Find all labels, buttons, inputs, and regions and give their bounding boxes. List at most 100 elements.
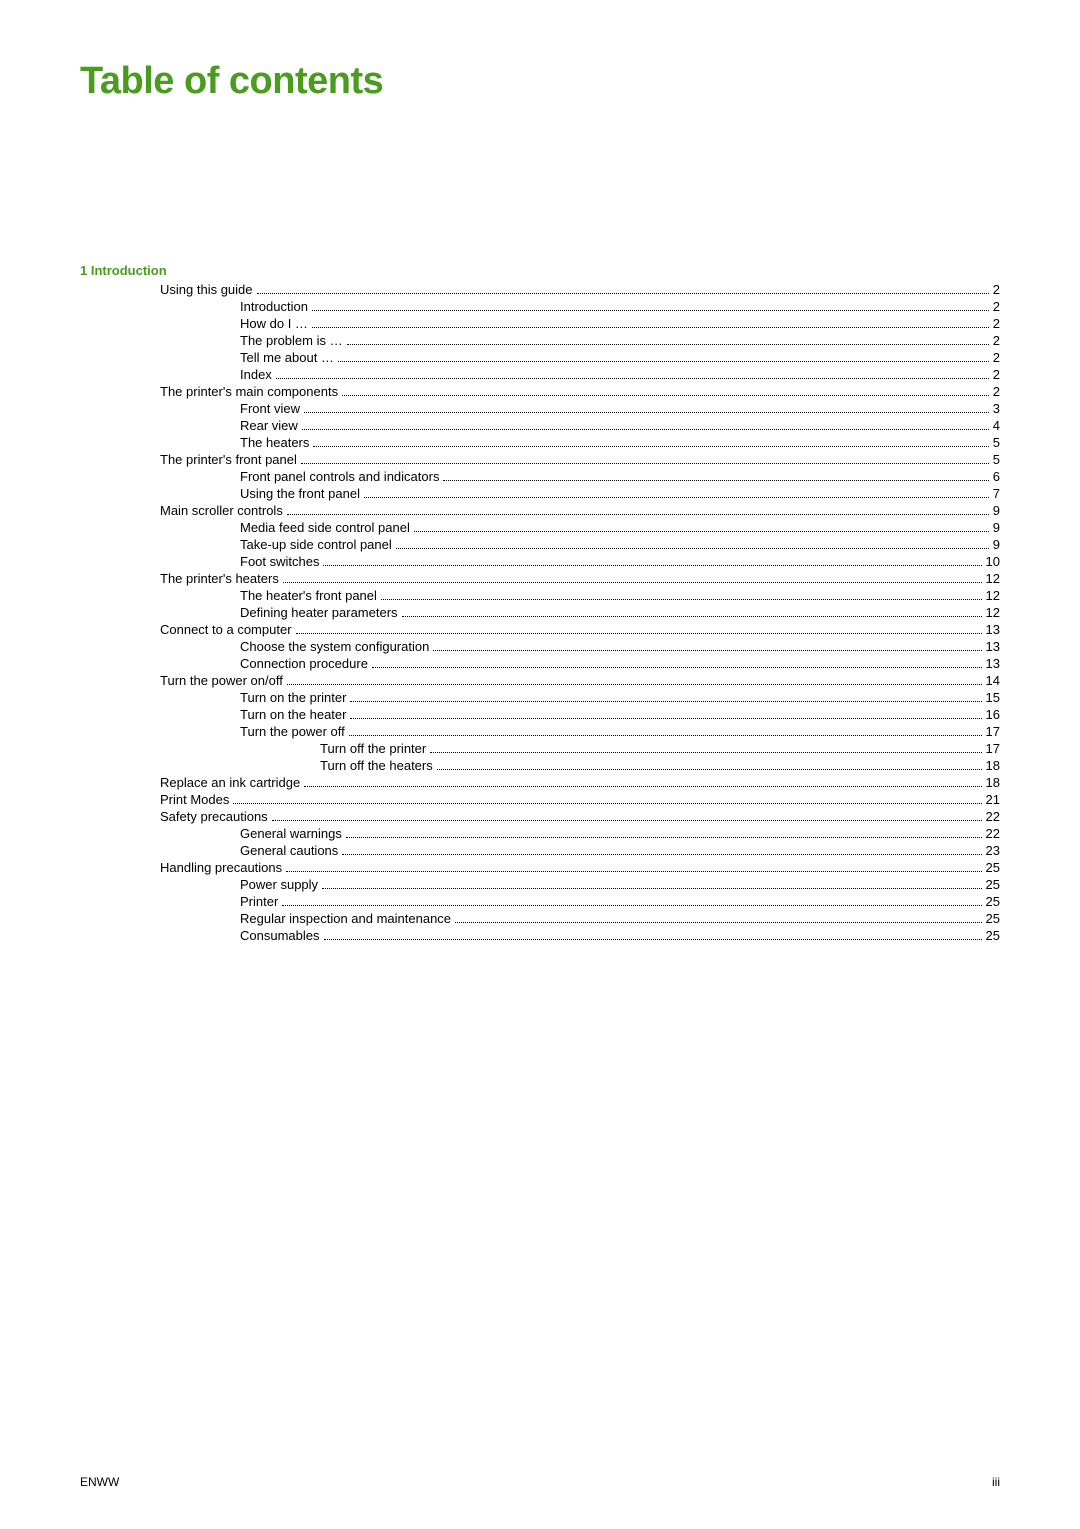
toc-item: Turn on the printer 15 <box>80 690 1000 705</box>
toc-item-dots <box>283 582 982 583</box>
toc-item-dots <box>312 310 989 311</box>
toc-item-page: 9 <box>993 537 1000 552</box>
toc-item-page: 5 <box>993 435 1000 450</box>
toc-item-page: 16 <box>986 707 1000 722</box>
footer-left: ENWW <box>80 1475 119 1489</box>
toc-item: Turn off the heaters18 <box>80 758 1000 773</box>
toc-item-dots <box>350 701 981 702</box>
toc-item-text: The printer's front panel <box>160 452 297 467</box>
toc-item-page: 12 <box>986 605 1000 620</box>
toc-item-page: 4 <box>993 418 1000 433</box>
toc-item: Consumables25 <box>80 928 1000 943</box>
toc-item: The heater's front panel12 <box>80 588 1000 603</box>
toc-item: Turn the power on/off14 <box>80 673 1000 688</box>
toc-item-dots <box>349 735 982 736</box>
toc-entries: Using this guide 2 Introduction 2 How do I …… <box>80 282 1000 943</box>
toc-item-page: 25 <box>986 860 1000 875</box>
toc-item-text: Introduction <box>240 299 308 314</box>
toc-item-text: The problem is … <box>240 333 343 348</box>
footer: ENWW iii <box>80 1475 1000 1489</box>
toc-item: Power supply 25 <box>80 877 1000 892</box>
toc-item-text: Regular inspection and maintenance <box>240 911 451 926</box>
toc-item-dots <box>402 616 982 617</box>
toc-item-text: Turn off the heaters <box>320 758 433 773</box>
toc-item-page: 7 <box>993 486 1000 501</box>
toc-item-page: 5 <box>993 452 1000 467</box>
toc-item-text: Turn on the heater <box>240 707 346 722</box>
page-title: Table of contents <box>80 60 1000 103</box>
toc-item-dots <box>312 327 989 328</box>
toc-item: Defining heater parameters12 <box>80 605 1000 620</box>
toc-item-text: Printer <box>240 894 278 909</box>
toc-item-dots <box>257 293 989 294</box>
toc-item-dots <box>342 854 981 855</box>
toc-item-page: 9 <box>993 520 1000 535</box>
toc-item-text: How do I … <box>240 316 308 331</box>
toc-item-page: 15 <box>986 690 1000 705</box>
toc-item-page: 2 <box>993 367 1000 382</box>
toc-item-text: Tell me about … <box>240 350 334 365</box>
toc-item-dots <box>347 344 989 345</box>
toc-item-text: Power supply <box>240 877 318 892</box>
toc-item-page: 2 <box>993 384 1000 399</box>
toc-item-dots <box>287 514 989 515</box>
toc-item-page: 25 <box>986 877 1000 892</box>
toc-item-text: Turn the power off <box>240 724 345 739</box>
toc-item-dots <box>342 395 989 396</box>
toc-item-dots <box>433 650 981 651</box>
toc-item-page: 2 <box>993 282 1000 297</box>
toc-item-dots <box>304 786 981 787</box>
toc-item-dots <box>437 769 982 770</box>
toc-item: Front view3 <box>80 401 1000 416</box>
toc-item-page: 12 <box>986 588 1000 603</box>
toc-item-dots <box>322 888 981 889</box>
toc-item: Tell me about … 2 <box>80 350 1000 365</box>
toc-item-text: Using this guide <box>160 282 253 297</box>
toc-item-text: Turn on the printer <box>240 690 346 705</box>
toc-item-page: 22 <box>986 809 1000 824</box>
toc-item-text: Using the front panel <box>240 486 360 501</box>
toc-item: The problem is …2 <box>80 333 1000 348</box>
toc-item-text: Index <box>240 367 272 382</box>
toc-item: Connect to a computer13 <box>80 622 1000 637</box>
toc-item: Take-up side control panel9 <box>80 537 1000 552</box>
toc-item-page: 17 <box>986 724 1000 739</box>
toc-item: Foot switches10 <box>80 554 1000 569</box>
toc-item: Introduction 2 <box>80 299 1000 314</box>
toc-item: The printer's main components2 <box>80 384 1000 399</box>
toc-item-text: The heaters <box>240 435 309 450</box>
toc-item-dots <box>313 446 988 447</box>
footer-right: iii <box>992 1475 1000 1489</box>
toc-item-page: 21 <box>986 792 1000 807</box>
toc-item-dots <box>396 548 989 549</box>
toc-item-dots <box>302 429 989 430</box>
toc-item-text: Foot switches <box>240 554 319 569</box>
toc-item-dots <box>286 871 981 872</box>
toc-item-page: 3 <box>993 401 1000 416</box>
toc-item-page: 13 <box>986 656 1000 671</box>
toc-item: Replace an ink cartridge 18 <box>80 775 1000 790</box>
toc-item-text: Choose the system configuration <box>240 639 429 654</box>
toc-item: The printer's heaters12 <box>80 571 1000 586</box>
toc-item: Using the front panel 7 <box>80 486 1000 501</box>
toc-item-page: 2 <box>993 299 1000 314</box>
toc-item-text: Connect to a computer <box>160 622 292 637</box>
toc-item: Choose the system configuration13 <box>80 639 1000 654</box>
toc-item-page: 17 <box>986 741 1000 756</box>
toc-item-text: Turn off the printer <box>320 741 426 756</box>
toc-item-page: 6 <box>993 469 1000 484</box>
toc-item-dots <box>276 378 989 379</box>
toc-item-dots <box>233 803 981 804</box>
toc-item-dots <box>282 905 981 906</box>
toc-item: Safety precautions 22 <box>80 809 1000 824</box>
toc-item-dots <box>414 531 989 532</box>
toc-item-text: Main scroller controls <box>160 503 283 518</box>
toc-item-page: 2 <box>993 350 1000 365</box>
toc-item-text: Replace an ink cartridge <box>160 775 300 790</box>
toc-item-dots <box>430 752 981 753</box>
toc-item-page: 18 <box>986 775 1000 790</box>
toc-item-text: Safety precautions <box>160 809 268 824</box>
toc-item: Handling precautions 25 <box>80 860 1000 875</box>
toc-item-page: 22 <box>986 826 1000 841</box>
toc-item-text: Handling precautions <box>160 860 282 875</box>
